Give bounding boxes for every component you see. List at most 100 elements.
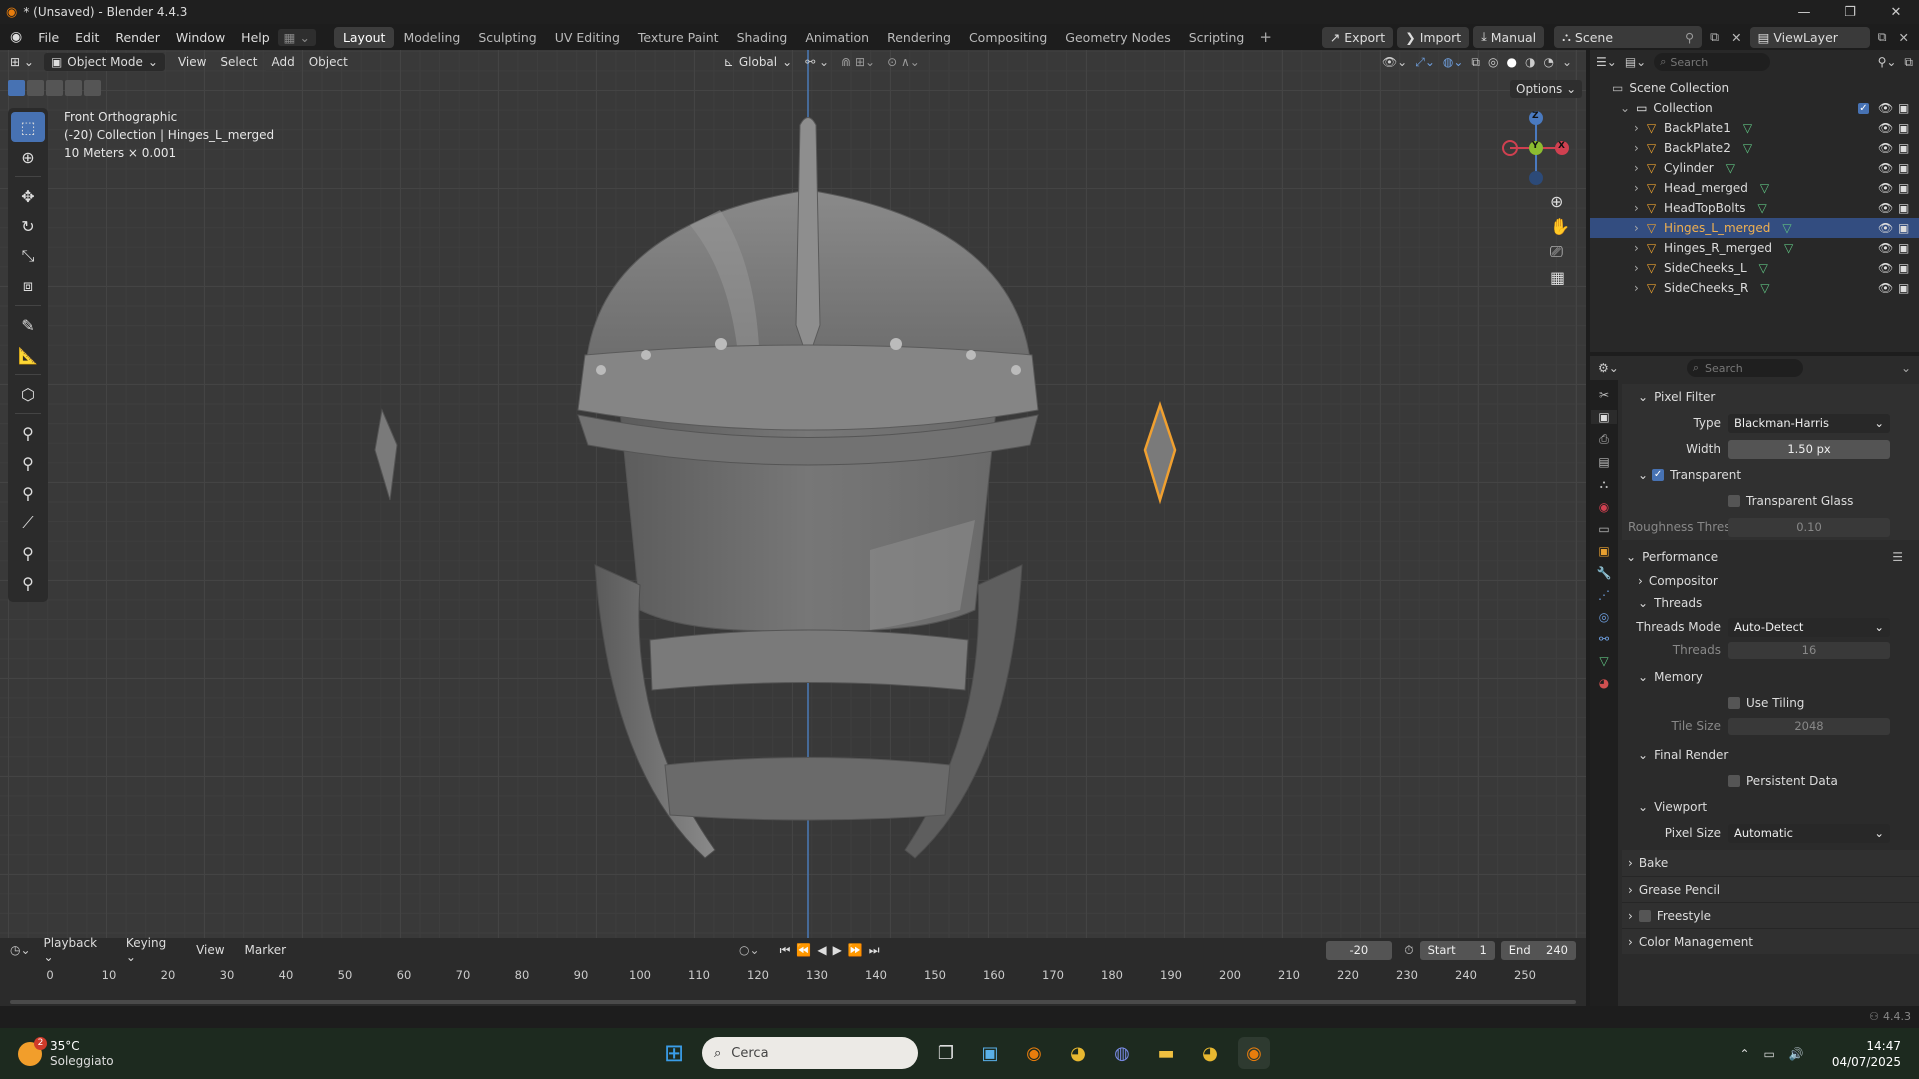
add-cube-tool-icon[interactable]: ⬡ — [11, 379, 45, 409]
camera-render-icon[interactable]: ▣ — [1898, 161, 1909, 175]
tab-animation[interactable]: Animation — [796, 27, 878, 48]
tool-tab-icon[interactable]: ✂ — [1599, 388, 1609, 402]
pivot-icon[interactable]: ⚯ ⌄ — [799, 55, 835, 69]
measure-tool-icon[interactable]: 📐 — [11, 340, 45, 370]
menu-add[interactable]: Add — [264, 53, 302, 71]
minimize-icon[interactable]: — — [1781, 5, 1827, 20]
blender-app-icon[interactable]: ◉ — [1018, 1037, 1050, 1069]
properties-editor-type-icon[interactable]: ⚙⌄ — [1598, 361, 1619, 375]
camera-render-icon[interactable]: ▣ — [1898, 101, 1909, 115]
gizmo-toggle-icon[interactable]: ⤢⌄ — [1415, 55, 1435, 70]
file-explorer-icon[interactable]: ▬ — [1150, 1037, 1182, 1069]
outliner-editor-type-icon[interactable]: ☰⌄ — [1596, 55, 1617, 69]
compositor-header[interactable]: › Compositor — [1622, 570, 1919, 592]
delete-scene-icon[interactable]: ✕ — [1727, 30, 1745, 45]
modifier-tab-icon[interactable]: 🔧 — [1597, 566, 1612, 580]
object-mode-dropdown[interactable]: ▣ Object Mode ⌄ — [43, 53, 165, 71]
chevron-right-icon[interactable]: › — [1634, 241, 1639, 255]
camera-render-icon[interactable]: ▣ — [1898, 261, 1909, 275]
taskbar-search-input[interactable]: ⌕ Cerca — [702, 1037, 918, 1069]
annotate-tool-icon[interactable]: ✎ — [11, 310, 45, 340]
jump-end-icon[interactable]: ⏭ — [869, 943, 880, 958]
eye-icon[interactable]: 👁 — [1878, 181, 1893, 195]
camera-render-icon[interactable]: ▣ — [1898, 241, 1909, 255]
visibility-icon[interactable]: 👁⌄ — [1382, 55, 1407, 69]
workspace-dropdown-icon[interactable]: ▦ ⌄ — [277, 28, 316, 46]
options-dropdown[interactable]: Options ⌄ — [1510, 80, 1583, 98]
mesh-data-icon[interactable]: ▽ — [1782, 221, 1791, 235]
chrome-profile-app-icon[interactable]: ◕ — [1194, 1037, 1226, 1069]
bake-header[interactable]: › Bake — [1622, 850, 1919, 876]
particles-tab-icon[interactable]: ⋰ — [1598, 588, 1610, 602]
properties-search-input[interactable]: ⌕ Search — [1686, 359, 1803, 377]
material-shading-icon[interactable]: ◑ — [1525, 55, 1535, 69]
outliner-item[interactable]: › ▽ Hinges_R_merged ▽ 👁 ▣ — [1590, 238, 1919, 258]
outliner-item[interactable]: › ▽ SideCheeks_L ▽ 👁 ▣ — [1590, 258, 1919, 278]
world-tab-icon[interactable]: ◉ — [1599, 500, 1609, 514]
color-management-header[interactable]: › Color Management — [1622, 928, 1919, 954]
freestyle-checkbox[interactable] — [1638, 909, 1651, 922]
scale-tool-icon[interactable]: ⤡ — [11, 241, 45, 271]
menu-marker[interactable]: Marker — [238, 941, 293, 959]
transform-orientation-dropdown[interactable]: ⊾ Global ⌄ — [717, 53, 799, 71]
view-layer-tab-icon[interactable]: ▤ — [1598, 455, 1609, 469]
transparent-header[interactable]: ⌄ ✓ Transparent — [1622, 462, 1919, 488]
chevron-right-icon[interactable]: › — [1634, 181, 1639, 195]
end-frame-field[interactable]: End 240 — [1500, 940, 1576, 960]
tab-geometry-nodes[interactable]: Geometry Nodes — [1056, 27, 1179, 48]
camera-icon[interactable]: ⎚ — [1550, 242, 1570, 262]
windows-start-icon[interactable]: ⊞ — [658, 1037, 690, 1069]
transparent-checkbox[interactable]: ✓ — [1652, 469, 1665, 481]
persistent-data-checkbox[interactable] — [1728, 775, 1740, 787]
proportional-edit-icon[interactable]: ⊙ ∧⌄ — [881, 55, 926, 69]
scene-collection-row[interactable]: ▭ Scene Collection — [1590, 78, 1919, 98]
constraints-tab-icon[interactable]: ⚯ — [1599, 632, 1609, 646]
eye-icon[interactable]: 👁 — [1878, 281, 1893, 295]
transform-tool-icon[interactable]: ⧈ — [11, 271, 45, 301]
final-render-header[interactable]: ⌄ Final Render — [1622, 742, 1919, 768]
chevron-right-icon[interactable]: › — [1634, 261, 1639, 275]
camera-render-icon[interactable]: ▣ — [1898, 201, 1909, 215]
menu-timeline-view[interactable]: View — [189, 941, 231, 959]
mesh-data-icon[interactable]: ▽ — [1743, 141, 1752, 155]
pin-fill-tool-icon[interactable]: ⚲ — [11, 478, 45, 508]
threads-mode-dropdown[interactable]: Auto-Detect ⌄ — [1728, 617, 1890, 637]
outliner-item[interactable]: › ▽ BackPlate2 ▽ 👁 ▣ — [1590, 138, 1919, 158]
shading-options-icon[interactable]: ⌄ — [1562, 55, 1572, 69]
camera-render-icon[interactable]: ▣ — [1898, 141, 1909, 155]
wireframe-shading-icon[interactable]: ◎ — [1488, 55, 1498, 69]
chevron-right-icon[interactable]: › — [1634, 161, 1639, 175]
outliner-item[interactable]: › ▽ Cylinder ▽ 👁 ▣ — [1590, 158, 1919, 178]
chevron-right-icon[interactable]: › — [1634, 141, 1639, 155]
eye-icon[interactable]: 👁 — [1878, 201, 1893, 215]
play-reverse-icon[interactable]: ◀ — [817, 943, 826, 957]
editor-type-icon[interactable]: ⊞ ⌄ — [0, 55, 40, 69]
grease-pencil-header[interactable]: › Grease Pencil — [1622, 876, 1919, 902]
mesh-data-icon[interactable]: ▽ — [1759, 261, 1768, 275]
new-collection-icon[interactable]: ⧉ — [1904, 55, 1913, 70]
material-tab-icon[interactable]: ◕ — [1599, 676, 1609, 690]
outliner-item[interactable]: › ▽ Hinges_L_merged ▽ 👁 ▣ — [1590, 218, 1919, 238]
display-mode-icon[interactable]: ▤⌄ — [1625, 55, 1646, 69]
pin-line-tool-icon[interactable]: ⟋ — [11, 508, 45, 538]
performance-header[interactable]: ⌄ Performance ☰ — [1622, 544, 1919, 570]
delete-viewlayer-icon[interactable]: ✕ — [1895, 30, 1913, 45]
new-viewlayer-icon[interactable]: ⧉ — [1874, 29, 1891, 45]
select-box-intersect-icon[interactable] — [84, 80, 101, 96]
eye-icon[interactable]: 👁 — [1878, 121, 1893, 135]
outliner-item[interactable]: › ▽ HeadTopBolts ▽ 👁 ▣ — [1590, 198, 1919, 218]
discord-app-icon[interactable]: ◍ — [1106, 1037, 1138, 1069]
pin-add-tool-icon[interactable]: ⚲ — [11, 448, 45, 478]
transparent-glass-checkbox[interactable] — [1728, 495, 1740, 507]
tab-modeling[interactable]: Modeling — [394, 27, 469, 48]
move-tool-icon[interactable]: ✥ — [11, 181, 45, 211]
chevron-right-icon[interactable]: › — [1634, 201, 1639, 215]
mesh-data-icon[interactable]: ▽ — [1784, 241, 1793, 255]
current-frame-field[interactable]: -20 — [1325, 940, 1393, 960]
mesh-data-icon[interactable]: ▽ — [1726, 161, 1735, 175]
pin-grid-tool-icon[interactable]: ⚲ — [11, 538, 45, 568]
select-box-subtract-icon[interactable] — [46, 80, 63, 96]
eye-icon[interactable]: 👁 — [1878, 221, 1893, 235]
auto-keying-icon[interactable]: ○⌄ — [739, 943, 760, 957]
tab-sculpting[interactable]: Sculpting — [469, 27, 545, 48]
